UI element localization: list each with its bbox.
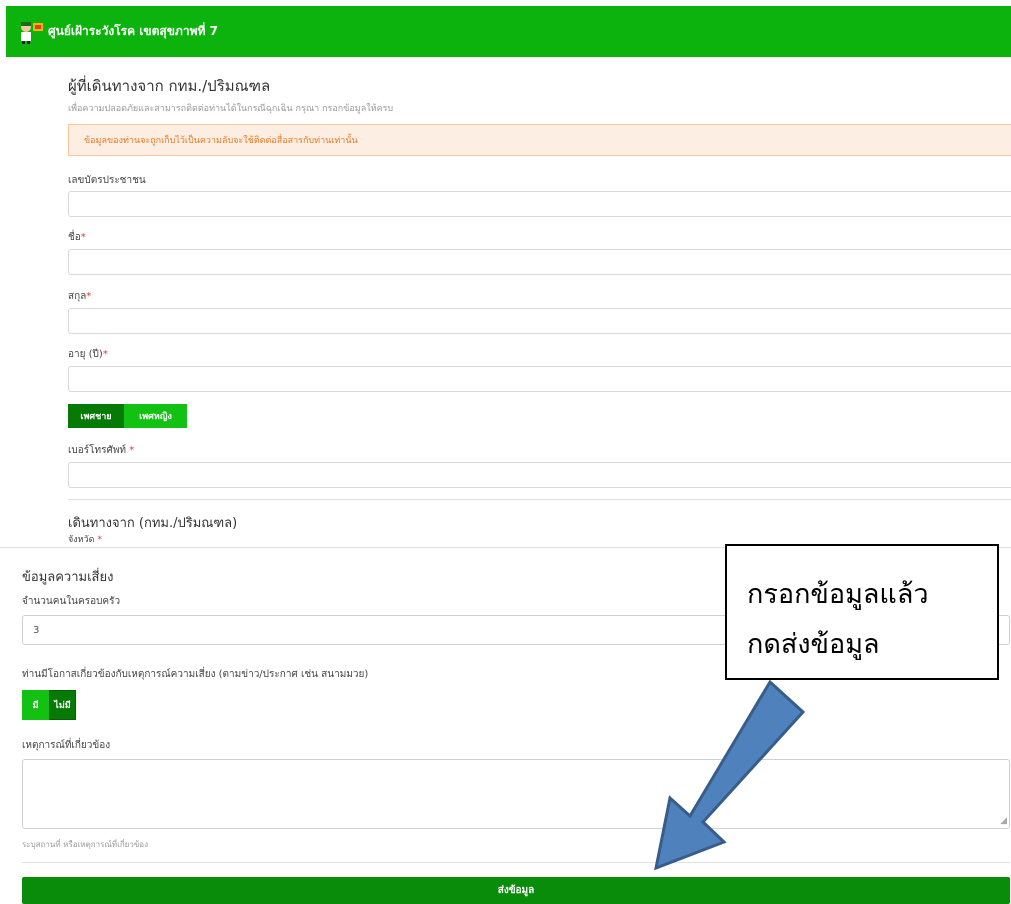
- phone-input[interactable]: [68, 462, 1011, 488]
- gender-male-button[interactable]: เพศชาย: [68, 404, 124, 428]
- first-name-label-text: ชื่อ: [68, 232, 81, 243]
- required-mark: *: [80, 232, 86, 243]
- brand-title[interactable]: ศูนย์เฝ้าระวังโรค เขตสุขภาพที่ 7: [48, 22, 218, 41]
- related-events-label: เหตุการณ์ที่เกี่ยวข้อง: [22, 740, 111, 751]
- health-worker-logo-icon: [18, 19, 44, 45]
- resize-handle-icon[interactable]: ◢: [1000, 817, 1007, 826]
- privacy-alert: ข้อมูลของท่านจะถูกเก็บไว้เป็นความลับจะใช…: [68, 124, 1011, 156]
- risk-yes-button[interactable]: มี: [22, 690, 49, 720]
- last-name-label: สกุล*: [68, 289, 91, 304]
- id-card-input[interactable]: [68, 191, 1011, 217]
- submit-button[interactable]: ส่งข้อมูล: [22, 877, 1010, 904]
- gender-toggle: เพศชาย เพศหญิง: [68, 404, 187, 428]
- related-events-help: ระบุสถานที่ หรือเหตุการณ์ที่เกี่ยวข้อง: [22, 840, 149, 849]
- risk-event-question: ท่านมีโอกาสเกี่ยวข้องกับเหตุการณ์ความเสี…: [22, 669, 369, 680]
- first-name-label: ชื่อ*: [68, 230, 86, 245]
- risk-section-title: ข้อมูลความเสี่ยง: [22, 570, 114, 585]
- family-count-value: 3: [33, 624, 40, 636]
- age-label-text: อายุ (ปี): [68, 349, 103, 360]
- risk-no-button[interactable]: ไม่มี: [49, 690, 76, 720]
- required-mark: *: [97, 535, 102, 545]
- province-label-text: จังหวัด: [68, 535, 98, 545]
- callout-line-1: กรอกข้อมูลแล้ว: [747, 579, 929, 610]
- origin-section-title: เดินทางจาก (กทม./ปริมณฑล): [68, 516, 238, 531]
- traveler-section-title: ผู้ที่เดินทางจาก กทม./ปริมณฑล: [68, 77, 271, 95]
- first-name-input[interactable]: [68, 249, 1011, 275]
- phone-label-text: เบอร์โทรศัพท์: [68, 445, 130, 456]
- divider: [68, 499, 1011, 500]
- instruction-callout: กรอกข้อมูลแล้ว กดส่งข้อมูล: [725, 544, 999, 680]
- traveler-section-subtitle: เพื่อความปลอดภัยและสามารถติดต่อท่านได้ใน…: [68, 104, 394, 114]
- required-mark: *: [86, 291, 92, 302]
- gender-female-button[interactable]: เพศหญิง: [124, 404, 187, 428]
- divider: [22, 862, 1010, 863]
- required-mark: *: [102, 349, 108, 360]
- family-count-label: จำนวนคนในครอบครัว: [22, 596, 121, 607]
- related-events-textarea[interactable]: ◢: [22, 759, 1010, 829]
- required-mark: *: [129, 445, 135, 456]
- last-name-label-text: สกุล: [68, 291, 87, 302]
- arrow-down-left-icon: [654, 680, 806, 870]
- age-label: อายุ (ปี)*: [68, 347, 108, 362]
- last-name-input[interactable]: [68, 308, 1011, 334]
- risk-event-toggle: มี ไม่มี: [22, 690, 76, 720]
- age-input[interactable]: [68, 366, 1011, 392]
- province-label: จังหวัด *: [68, 532, 102, 546]
- callout-line-2: กดส่งข้อมูล: [747, 629, 880, 660]
- phone-label: เบอร์โทรศัพท์ *: [68, 443, 134, 458]
- privacy-alert-text: ข้อมูลของท่านจะถูกเก็บไว้เป็นความลับจะใช…: [84, 136, 358, 146]
- id-card-label: เลขบัตรประชาชน: [68, 175, 146, 186]
- top-navbar: ศูนย์เฝ้าระวังโรค เขตสุขภาพที่ 7: [6, 6, 1011, 57]
